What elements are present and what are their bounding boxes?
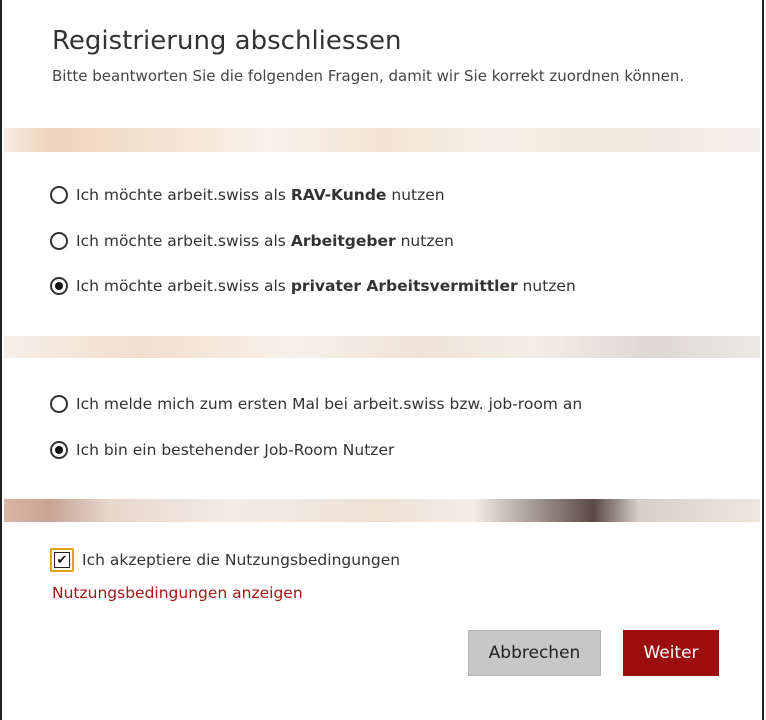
terms-checkbox-row[interactable]: ✔ Ich akzeptiere die Nutzungsbedingungen — [50, 548, 400, 572]
radio-checked-icon[interactable] — [50, 277, 68, 295]
radio-label: Ich möchte arbeit.swiss als privater Arb… — [76, 277, 576, 295]
checkmark-icon: ✔ — [54, 552, 70, 568]
radio-label: Ich bin ein bestehender Job-Room Nutzer — [76, 441, 395, 459]
radio-label: Ich möchte arbeit.swiss als RAV-Kunde nu… — [76, 186, 445, 204]
cancel-button[interactable]: Abbrechen — [468, 630, 601, 676]
dialog-title: Registrierung abschliessen — [52, 26, 402, 56]
dialog-subtitle: Bitte beantworten Sie die folgenden Frag… — [52, 67, 685, 85]
radio-label: Ich möchte arbeit.swiss als Arbeitgeber … — [76, 232, 454, 250]
radio-first-time-user[interactable]: Ich melde mich zum ersten Mal bei arbeit… — [50, 391, 582, 417]
decorative-banner — [4, 499, 760, 522]
radio-unchecked-icon[interactable] — [50, 395, 68, 413]
radio-unchecked-icon[interactable] — [50, 232, 68, 250]
terms-checkbox-label: Ich akzeptiere die Nutzungsbedingungen — [82, 551, 401, 569]
dialog-frame: Registrierung abschliessen Bitte beantwo… — [0, 0, 764, 720]
show-terms-link[interactable]: Nutzungsbedingungen anzeigen — [52, 584, 303, 602]
radio-checked-icon[interactable] — [50, 441, 68, 459]
terms-checkbox[interactable]: ✔ — [50, 548, 74, 572]
radio-label: Ich melde mich zum ersten Mal bei arbeit… — [76, 395, 583, 413]
radio-role-rav-kunde[interactable]: Ich möchte arbeit.swiss als RAV-Kunde nu… — [50, 182, 445, 208]
radio-existing-user[interactable]: Ich bin ein bestehender Job-Room Nutzer — [50, 437, 394, 463]
radio-role-arbeitgeber[interactable]: Ich möchte arbeit.swiss als Arbeitgeber … — [50, 228, 454, 254]
radio-role-privater-arbeitsvermittler[interactable]: Ich möchte arbeit.swiss als privater Arb… — [50, 273, 576, 299]
radio-unchecked-icon[interactable] — [50, 186, 68, 204]
next-button[interactable]: Weiter — [623, 630, 719, 676]
decorative-banner — [4, 336, 760, 358]
decorative-banner — [4, 128, 760, 152]
